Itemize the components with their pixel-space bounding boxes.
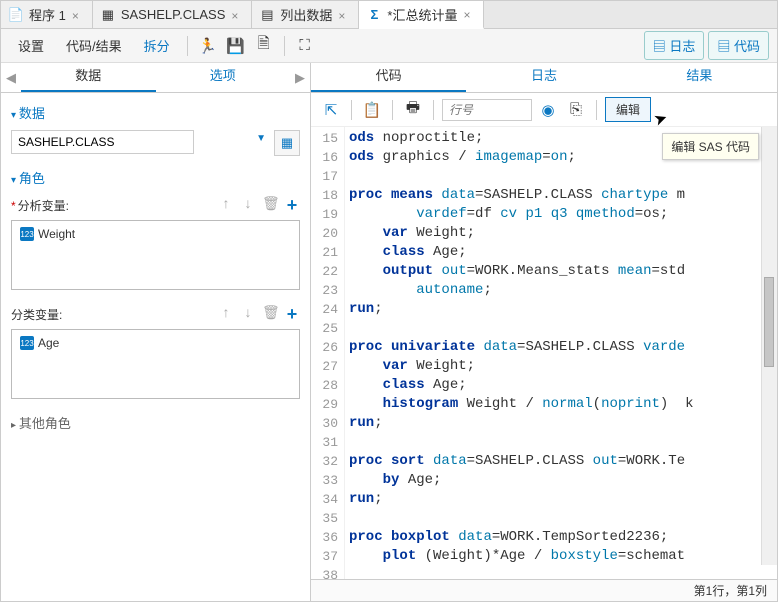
line-gutter: 1516171819202122232425262728293031323334… bbox=[311, 127, 345, 583]
var-name: Age bbox=[38, 336, 59, 350]
table-icon: ▦ bbox=[101, 8, 115, 22]
close-icon[interactable]: × bbox=[72, 9, 84, 21]
subtab-data[interactable]: 数据 bbox=[21, 59, 156, 92]
tab-label: *汇总统计量 bbox=[387, 5, 457, 24]
separator bbox=[433, 100, 434, 120]
statusbar: 第1行，第1列 bbox=[311, 579, 777, 601]
data-section-header[interactable]: 数据 bbox=[11, 103, 300, 122]
dataset-input[interactable] bbox=[11, 130, 194, 154]
print-icon[interactable]: 🖶 bbox=[401, 98, 425, 122]
format-icon[interactable]: ⎘ bbox=[564, 98, 588, 122]
tab-label: SASHELP.CLASS bbox=[121, 7, 226, 22]
code-results-button[interactable]: 代码/结果 bbox=[57, 31, 131, 60]
tooltip: 编辑 SAS 代码 bbox=[662, 133, 759, 160]
separator bbox=[284, 36, 285, 56]
scroll-right-icon[interactable]: ▶ bbox=[290, 64, 310, 92]
separator bbox=[187, 36, 188, 56]
move-down-icon[interactable]: ↓ bbox=[240, 304, 256, 325]
subtab-code[interactable]: 代码 bbox=[311, 59, 466, 92]
goto-line-input[interactable] bbox=[442, 99, 532, 121]
close-icon[interactable]: × bbox=[231, 9, 243, 21]
code-panel-button[interactable]: ▤ 代码 bbox=[708, 31, 769, 60]
main-toolbar: 设置 代码/结果 拆分 🏃 💾 🗎 ⛶ ▤ 日志 ▤ 代码 bbox=[1, 29, 777, 63]
list-item[interactable]: 123 Weight bbox=[16, 225, 295, 243]
cursor-position: 第1行，第1列 bbox=[694, 582, 767, 599]
list-item[interactable]: 123 Age bbox=[16, 334, 295, 352]
other-roles-header[interactable]: 其他角色 bbox=[11, 413, 300, 432]
browse-data-button[interactable]: ▦ bbox=[274, 130, 300, 156]
save-icon[interactable]: 💾 bbox=[224, 34, 248, 58]
add-icon[interactable]: + bbox=[284, 195, 300, 216]
subtab-options[interactable]: 选项 bbox=[156, 59, 291, 92]
code-editor[interactable]: 1516171819202122232425262728293031323334… bbox=[311, 127, 777, 583]
copy-icon[interactable]: 📋 bbox=[360, 98, 384, 122]
analysis-var-box[interactable]: 123 Weight bbox=[11, 220, 300, 290]
class-var-label: 分类变量: bbox=[11, 306, 62, 323]
delete-icon[interactable]: 🗑 bbox=[262, 195, 278, 216]
close-icon[interactable]: × bbox=[338, 9, 350, 21]
analysis-var-label: 分析变量: bbox=[11, 197, 69, 214]
class-var-box[interactable]: 123 Age bbox=[11, 329, 300, 399]
left-panel: ◀ 数据 选项 ▶ 数据 ▼ ▦ 角色 分析变量: ↑ ↓ bbox=[1, 63, 311, 601]
program-icon: 📄 bbox=[9, 8, 23, 22]
numeric-icon: 123 bbox=[20, 227, 34, 241]
saveas-icon[interactable]: 🗎 bbox=[252, 34, 276, 58]
delete-icon[interactable]: 🗑 bbox=[262, 304, 278, 325]
subtab-results[interactable]: 结果 bbox=[622, 59, 777, 92]
file-tab-program1[interactable]: 📄 程序 1 × bbox=[1, 1, 93, 28]
add-icon[interactable]: + bbox=[284, 304, 300, 325]
move-up-icon[interactable]: ↑ bbox=[218, 304, 234, 325]
export-icon[interactable]: ⇱ bbox=[319, 98, 343, 122]
right-subtabs: 代码 日志 结果 bbox=[311, 63, 777, 93]
file-tab-summary[interactable]: Σ *汇总统计量 × bbox=[359, 1, 484, 29]
file-tab-sashelp[interactable]: ▦ SASHELP.CLASS × bbox=[93, 1, 253, 28]
right-panel: 代码 日志 结果 ⇱ 📋 🖶 ◉ ⎘ 编辑 编辑 SAS 代码 ➤ 151617… bbox=[311, 63, 777, 601]
tab-label: 程序 1 bbox=[29, 5, 66, 24]
dropdown-icon[interactable]: ▼ bbox=[256, 133, 266, 144]
code-toolbar: ⇱ 📋 🖶 ◉ ⎘ 编辑 bbox=[311, 93, 777, 127]
move-up-icon[interactable]: ↑ bbox=[218, 195, 234, 216]
sigma-icon: Σ bbox=[367, 7, 381, 21]
file-tab-listdata[interactable]: ▤ 列出数据 × bbox=[252, 1, 359, 28]
split-button[interactable]: 拆分 bbox=[135, 31, 179, 60]
scrollbar-thumb[interactable] bbox=[764, 277, 774, 367]
file-tab-bar: 📄 程序 1 × ▦ SASHELP.CLASS × ▤ 列出数据 × Σ *汇… bbox=[1, 1, 777, 29]
numeric-icon: 123 bbox=[20, 336, 34, 350]
separator bbox=[392, 100, 393, 120]
fullscreen-icon[interactable]: ⛶ bbox=[293, 34, 317, 58]
var-name: Weight bbox=[38, 227, 75, 241]
subtab-log[interactable]: 日志 bbox=[466, 59, 621, 92]
list-icon: ▤ bbox=[260, 8, 274, 22]
tab-label: 列出数据 bbox=[280, 5, 332, 24]
separator bbox=[596, 100, 597, 120]
roles-section-header[interactable]: 角色 bbox=[11, 168, 300, 187]
left-subtabs: ◀ 数据 选项 ▶ bbox=[1, 63, 310, 93]
edit-code-button[interactable]: 编辑 bbox=[605, 97, 651, 122]
settings-button[interactable]: 设置 bbox=[9, 31, 53, 60]
go-icon[interactable]: ◉ bbox=[536, 98, 560, 122]
close-icon[interactable]: × bbox=[463, 8, 475, 20]
scroll-left-icon[interactable]: ◀ bbox=[1, 64, 21, 92]
move-down-icon[interactable]: ↓ bbox=[240, 195, 256, 216]
code-body[interactable]: ods noproctitle;ods graphics / imagemap=… bbox=[345, 127, 777, 583]
vertical-scrollbar[interactable] bbox=[761, 127, 777, 565]
separator bbox=[351, 100, 352, 120]
run-icon[interactable]: 🏃 bbox=[196, 34, 220, 58]
log-panel-button[interactable]: ▤ 日志 bbox=[644, 31, 705, 60]
